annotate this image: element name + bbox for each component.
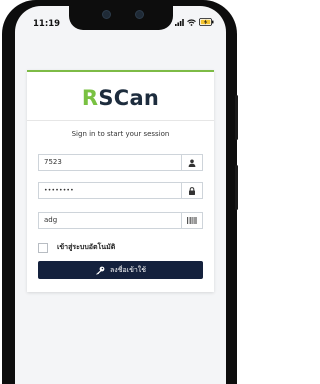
login-card: RSCan Sign in to start your session 7523… [27, 70, 214, 292]
wifi-icon [187, 18, 196, 26]
status-icons [175, 18, 214, 26]
phone-side-button [235, 95, 238, 140]
code-value: adg [44, 216, 58, 224]
remember-checkbox[interactable] [38, 242, 48, 253]
barcode-icon [181, 213, 202, 228]
key-icon [96, 266, 105, 275]
username-value: 7523 [44, 158, 62, 166]
phone-frame: 11:19 RSCan Sign in to start your sessio… [2, 0, 238, 384]
username-field[interactable]: 7523 [38, 154, 203, 171]
login-button-label: ลงชื่อเข้าใช้ [110, 265, 146, 274]
login-subtitle: Sign in to start your session [71, 130, 170, 138]
remember-me[interactable]: เข้าสู่ระบบอัตโนมัติ [38, 242, 115, 253]
code-field[interactable]: adg [38, 212, 203, 229]
login-button[interactable]: ลงชื่อเข้าใช้ [38, 261, 203, 279]
phone-side-button [235, 165, 238, 210]
phone-screen: 11:19 RSCan Sign in to start your sessio… [15, 6, 226, 384]
remember-label: เข้าสู่ระบบอัตโนมัติ [57, 243, 116, 251]
status-time: 11:19 [33, 19, 61, 29]
divider [27, 120, 214, 121]
camera-icon [101, 10, 111, 19]
lock-icon [181, 183, 202, 198]
brand-logo: RSCan [27, 86, 214, 110]
sensor-icon [134, 10, 144, 19]
battery-charging-icon [199, 18, 214, 26]
notch [68, 6, 173, 30]
user-icon [181, 155, 202, 170]
signal-icon [175, 18, 184, 26]
brand-logo-rest: SCan [98, 86, 160, 110]
brand-logo-r: R [81, 86, 99, 110]
password-field[interactable]: •••••••• [38, 182, 203, 199]
password-value: •••••••• [44, 187, 74, 194]
